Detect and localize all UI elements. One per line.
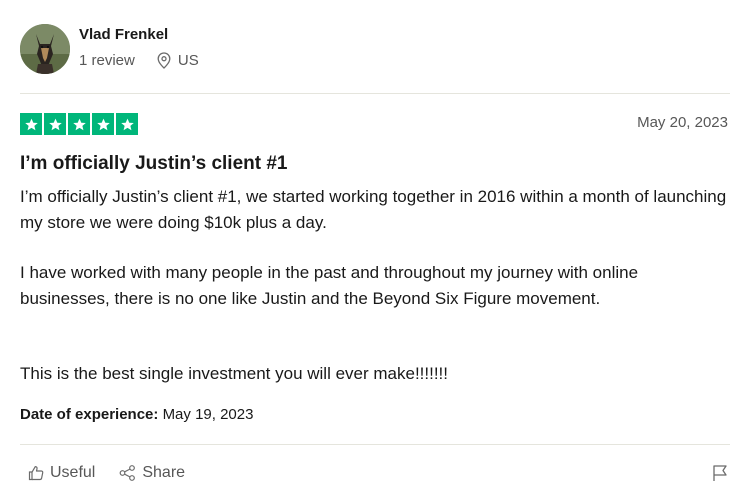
flag-icon xyxy=(713,465,727,481)
star-icon xyxy=(68,113,90,135)
date-of-experience: Date of experience: May 19, 2023 xyxy=(20,406,253,423)
footer-divider xyxy=(20,444,730,445)
review-paragraph: I have worked with many people in the pa… xyxy=(20,263,639,308)
share-button[interactable]: Share xyxy=(119,464,185,482)
reviewer-meta: 1 review US xyxy=(79,52,199,69)
review-actions: Useful Share xyxy=(28,464,185,482)
avatar-photo xyxy=(20,24,70,74)
star-icon xyxy=(92,113,114,135)
useful-label: Useful xyxy=(50,464,96,481)
reviewer-name[interactable]: Vlad Frenkel xyxy=(79,26,168,43)
header-divider xyxy=(20,93,730,94)
experience-date: May 19, 2023 xyxy=(162,406,254,423)
review-body: I’m officially Justin’s client #1, we st… xyxy=(20,184,732,387)
star-icon xyxy=(116,113,138,135)
avatar[interactable] xyxy=(20,24,70,74)
experience-label: Date of experience: xyxy=(20,406,159,423)
report-flag-button[interactable] xyxy=(712,464,728,487)
reviewer-location: US xyxy=(157,52,199,69)
review-paragraph: This is the best single investment you w… xyxy=(20,364,449,383)
useful-button[interactable]: Useful xyxy=(28,464,95,482)
review-title[interactable]: I’m officially Justin’s client #1 xyxy=(20,153,288,175)
review-date: May 20, 2023 xyxy=(637,114,728,131)
review-count: 1 review xyxy=(79,52,135,69)
star-icon xyxy=(44,113,66,135)
review-paragraph: I’m officially Justin’s client #1, we st… xyxy=(20,187,727,232)
share-icon xyxy=(119,465,136,481)
star-rating xyxy=(20,113,138,135)
thumbs-up-icon xyxy=(28,466,44,481)
share-label: Share xyxy=(142,464,186,481)
location-pin-icon xyxy=(157,52,171,69)
star-icon xyxy=(20,113,42,135)
location-label: US xyxy=(177,52,199,69)
